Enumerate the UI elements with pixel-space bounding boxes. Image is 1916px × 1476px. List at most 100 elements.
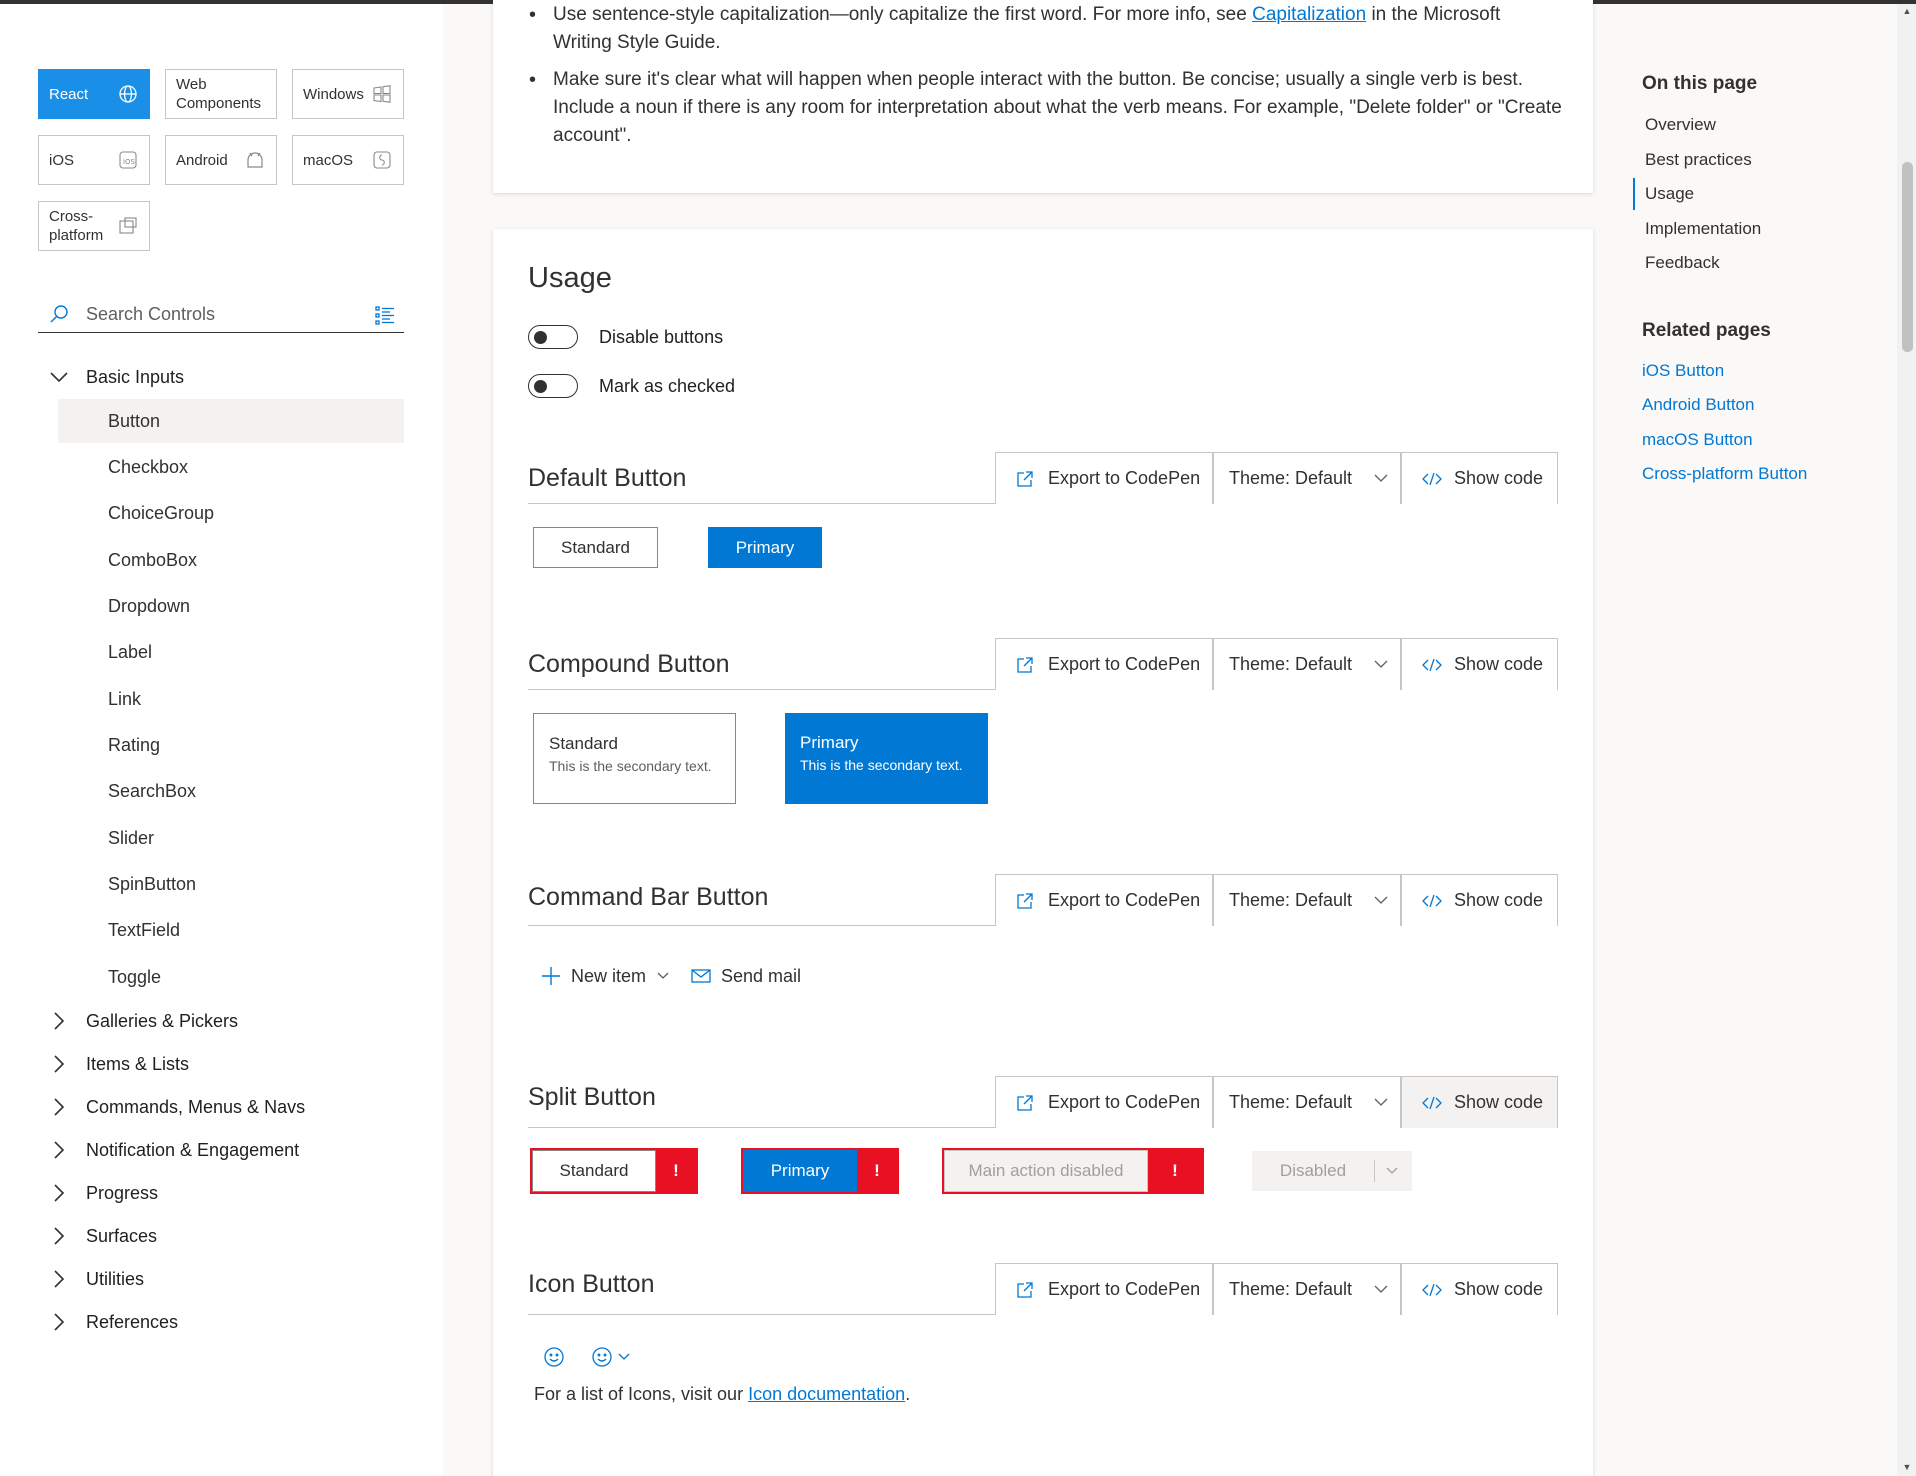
emoji-icon <box>591 1346 613 1368</box>
chevron-right-icon <box>46 1180 72 1206</box>
export-codepen-button[interactable]: Export to CodePen <box>995 638 1213 690</box>
search-input[interactable] <box>86 304 366 325</box>
show-code-button[interactable]: Show code <box>1401 874 1558 926</box>
export-codepen-button[interactable]: Export to CodePen <box>995 874 1213 926</box>
platform-web-components[interactable]: Web Components <box>165 69 277 119</box>
default-standard-button[interactable]: Standard <box>533 527 658 568</box>
show-code-button[interactable]: Show code <box>1401 638 1558 690</box>
emoji-icon-button[interactable] <box>543 1346 565 1368</box>
toggle-knob <box>534 331 547 344</box>
show-code-button[interactable]: Show code <box>1401 1263 1558 1315</box>
export-codepen-button[interactable]: Export to CodePen <box>995 1076 1213 1128</box>
toggle-label: Mark as checked <box>599 375 736 396</box>
toggle-mark-as-checked[interactable]: Mark as checked <box>528 374 735 398</box>
split-main-action[interactable]: Primary <box>743 1150 857 1192</box>
scrollbar-thumb[interactable] <box>1902 162 1913 352</box>
toggle-switch[interactable] <box>528 374 578 398</box>
nav-item-label[interactable]: Label <box>58 630 404 674</box>
nav-item-combobox[interactable]: ComboBox <box>58 538 404 582</box>
toc-overview[interactable]: Overview <box>1645 115 1716 135</box>
platform-ios[interactable]: iOS iOS <box>38 135 150 185</box>
list-view-icon[interactable] <box>374 304 396 326</box>
theme-dropdown[interactable]: Theme: Default <box>1213 452 1401 504</box>
related-android-button[interactable]: Android Button <box>1642 395 1754 415</box>
export-codepen-button[interactable]: Export to CodePen <box>995 1263 1213 1315</box>
nav-group-galleries-pickers[interactable]: Galleries & Pickers <box>38 1001 408 1041</box>
split-standard-button[interactable]: Standard ! <box>530 1148 698 1194</box>
platform-macos[interactable]: macOS <box>292 135 404 185</box>
send-mail-button[interactable]: Send mail <box>691 965 801 987</box>
compound-standard-button[interactable]: Standard This is the secondary text. <box>533 713 736 804</box>
compound-primary-button[interactable]: Primary This is the secondary text. <box>785 713 988 804</box>
add-icon <box>541 965 563 987</box>
nav-group-references[interactable]: References <box>38 1302 408 1342</box>
related-cross-platform-button[interactable]: Cross-platform Button <box>1642 464 1807 484</box>
ios-icon: iOS <box>117 149 139 171</box>
theme-dropdown[interactable]: Theme: Default <box>1213 1263 1401 1315</box>
nav-group-label: Galleries & Pickers <box>86 1010 239 1031</box>
nav-group-utilities[interactable]: Utilities <box>38 1259 408 1299</box>
nav-item-link[interactable]: Link <box>58 677 404 721</box>
platform-react[interactable]: React <box>38 69 150 119</box>
split-error-indicator[interactable]: ! <box>656 1150 696 1192</box>
nav-group-commands-menus-navs[interactable]: Commands, Menus & Navs <box>38 1087 408 1127</box>
related-macos-button[interactable]: macOS Button <box>1642 430 1753 450</box>
export-codepen-button[interactable]: Export to CodePen <box>995 452 1213 504</box>
theme-label: Theme: Default <box>1229 890 1353 910</box>
export-icon <box>1016 891 1036 911</box>
chevron-right-icon <box>46 1051 72 1077</box>
sidebar: React Web Components Windows iOS iOS And… <box>0 4 443 1476</box>
split-error-indicator[interactable]: ! <box>857 1150 897 1192</box>
related-ios-button[interactable]: iOS Button <box>1642 361 1724 381</box>
platform-label: React <box>49 85 89 103</box>
theme-dropdown[interactable]: Theme: Default <box>1213 638 1401 690</box>
emoji-menu-icon-button[interactable] <box>591 1346 631 1368</box>
platform-windows[interactable]: Windows <box>292 69 404 119</box>
split-main-action-disabled-button[interactable]: Main action disabled ! <box>942 1148 1204 1194</box>
nav-item-toggle[interactable]: Toggle <box>58 955 404 999</box>
chevron-right-icon <box>46 1223 72 1249</box>
nav-item-textfield[interactable]: TextField <box>58 908 404 952</box>
toc-usage[interactable]: Usage <box>1645 184 1694 204</box>
nav-group-basic-inputs[interactable]: Basic Inputs <box>38 357 408 397</box>
toc-implementation[interactable]: Implementation <box>1645 219 1761 239</box>
new-item-button[interactable]: New item <box>541 965 670 987</box>
nav-item-choicegroup[interactable]: ChoiceGroup <box>58 491 404 535</box>
icon-documentation-note: For a list of Icons, visit our Icon docu… <box>534 1384 910 1405</box>
nav-group-items-lists[interactable]: Items & Lists <box>38 1044 408 1084</box>
code-icon <box>1422 469 1442 489</box>
nav-group-surfaces[interactable]: Surfaces <box>38 1216 408 1256</box>
capitalization-link[interactable]: Capitalization <box>1252 4 1366 25</box>
toc-best-practices[interactable]: Best practices <box>1645 150 1752 170</box>
theme-dropdown[interactable]: Theme: Default <box>1213 1076 1401 1128</box>
split-primary-button[interactable]: Primary ! <box>741 1148 899 1194</box>
nav-item-checkbox[interactable]: Checkbox <box>58 445 404 489</box>
default-primary-button[interactable]: Primary <box>708 527 822 568</box>
nav-group-notification-engagement[interactable]: Notification & Engagement <box>38 1130 408 1170</box>
export-label: Export to CodePen <box>1048 654 1201 674</box>
show-code-button[interactable]: Show code <box>1401 1076 1558 1128</box>
nav-item-slider[interactable]: Slider <box>58 816 404 860</box>
bullet-clarity: Make sure it's clear what will happen wh… <box>529 66 1563 150</box>
theme-dropdown[interactable]: Theme: Default <box>1213 874 1401 926</box>
theme-label: Theme: Default <box>1229 654 1353 674</box>
nav-item-button[interactable]: Button <box>58 399 404 443</box>
toggle-switch[interactable] <box>528 325 578 349</box>
nav-item-dropdown[interactable]: Dropdown <box>58 584 404 628</box>
scroll-up-arrow-icon[interactable]: ▲ <box>1901 6 1913 16</box>
nav-item-searchbox[interactable]: SearchBox <box>58 769 404 813</box>
toggle-disable-buttons[interactable]: Disable buttons <box>528 325 723 349</box>
icon-documentation-link[interactable]: Icon documentation <box>748 1384 905 1404</box>
button-label: Main action disabled <box>968 1161 1124 1180</box>
show-code-button[interactable]: Show code <box>1401 452 1558 504</box>
platform-android[interactable]: Android <box>165 135 277 185</box>
scroll-down-arrow-icon[interactable]: ▼ <box>1901 1462 1913 1472</box>
platform-cross-platform[interactable]: Cross-platform <box>38 201 150 251</box>
search-box[interactable] <box>38 297 404 333</box>
nav-group-progress[interactable]: Progress <box>38 1173 408 1213</box>
split-error-indicator[interactable]: ! <box>1148 1150 1202 1192</box>
toc-feedback[interactable]: Feedback <box>1645 253 1720 273</box>
split-main-action[interactable]: Standard <box>532 1150 656 1192</box>
nav-item-rating[interactable]: Rating <box>58 723 404 767</box>
nav-item-spinbutton[interactable]: SpinButton <box>58 862 404 906</box>
